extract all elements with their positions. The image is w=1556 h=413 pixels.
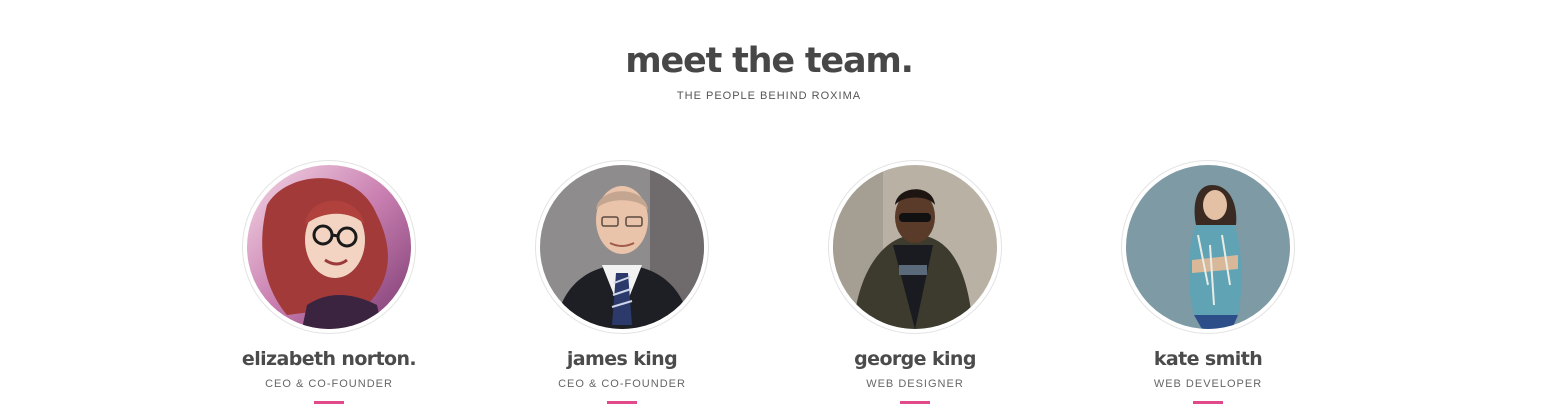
section-title: meet the team.: [625, 41, 914, 81]
avatar-frame: [535, 160, 709, 334]
avatar-photo-elizabeth-norton: [247, 165, 411, 329]
member-role: CEO & CO-FOUNDER: [265, 378, 393, 390]
section-subtitle: THE PEOPLE BEHIND ROXIMA: [676, 90, 862, 102]
team-grid: elizabeth norton. CEO & CO-FOUNDER james…: [0, 160, 1556, 413]
member-name: james king: [566, 348, 678, 370]
accent-underline: [900, 401, 930, 404]
team-member-card: elizabeth norton. CEO & CO-FOUNDER: [209, 160, 449, 404]
accent-underline: [1193, 401, 1223, 404]
member-name: elizabeth norton.: [241, 348, 417, 370]
member-role: WEB DEVELOPER: [1153, 378, 1263, 390]
avatar-frame: [242, 160, 416, 334]
team-member-card: george king WEB DESIGNER: [795, 160, 1035, 404]
member-role: CEO & CO-FOUNDER: [558, 378, 686, 390]
member-name: kate smith: [1153, 348, 1263, 370]
avatar-photo-kate-smith: [1126, 165, 1290, 329]
avatar-photo-george-king: [833, 165, 997, 329]
accent-underline: [314, 401, 344, 404]
avatar-photo-james-king: [540, 165, 704, 329]
avatar-frame: [828, 160, 1002, 334]
member-name: george king: [854, 348, 976, 370]
team-member-card: kate smith WEB DEVELOPER: [1088, 160, 1328, 404]
team-member-card: james king CEO & CO-FOUNDER: [502, 160, 742, 404]
accent-underline: [607, 401, 637, 404]
avatar-frame: [1121, 160, 1295, 334]
member-role: WEB DESIGNER: [866, 378, 964, 390]
team-section-header: meet the team. THE PEOPLE BEHIND ROXIMA: [0, 36, 1538, 102]
